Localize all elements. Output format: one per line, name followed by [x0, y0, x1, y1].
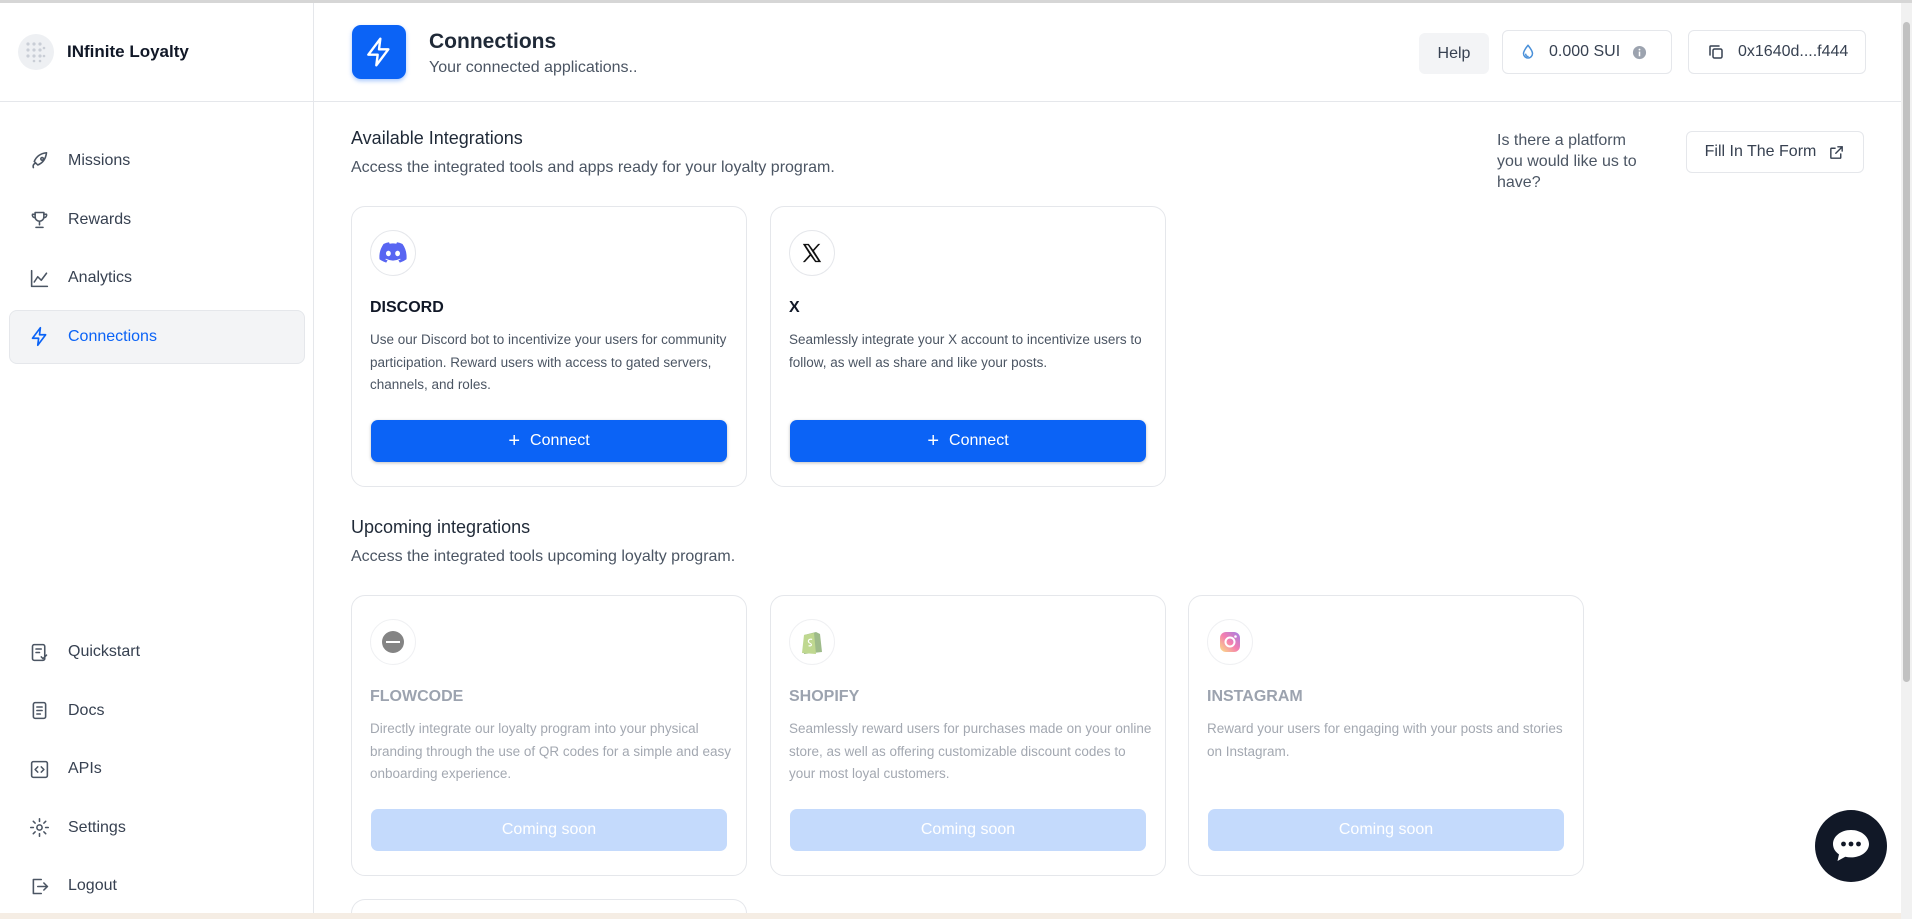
balance-button[interactable]: 0.000 SUI: [1502, 30, 1672, 74]
sidebar-item-logout[interactable]: Logout: [9, 859, 305, 913]
droplet-icon: [1519, 43, 1537, 61]
scrollbar-thumb[interactable]: [1903, 22, 1910, 682]
brand-logo-icon: [18, 34, 54, 70]
available-integrations-subtitle: Access the integrated tools and apps rea…: [351, 159, 835, 176]
card-title: FLOWCODE: [370, 688, 464, 705]
chat-bubble-icon: [1831, 828, 1871, 864]
sidebar-nav-top: Missions Rewards Analytics Connections: [9, 134, 305, 368]
coming-soon-button: Coming soon: [371, 809, 727, 851]
brand-name: INfinite Loyalty: [67, 42, 189, 61]
upcoming-integrations-title: Upcoming integrations: [351, 517, 531, 537]
code-icon: [28, 758, 50, 780]
sidebar-item-connections[interactable]: Connections: [9, 309, 305, 364]
instagram-icon: [1207, 619, 1253, 665]
copy-icon: [1707, 43, 1725, 61]
x-logo-icon: [789, 230, 835, 276]
sidebar-item-apis[interactable]: APIs: [9, 742, 305, 796]
integration-card-partial: [351, 899, 747, 913]
card-description: Seamlessly reward users for purchases ma…: [789, 721, 1152, 781]
coming-soon-button: Coming soon: [1208, 809, 1564, 851]
info-icon[interactable]: [1632, 45, 1647, 60]
card-title: INSTAGRAM: [1207, 688, 1303, 705]
coming-soon-button: Coming soon: [790, 809, 1146, 851]
lightning-icon: [28, 326, 50, 348]
card-description: Seamlessly integrate your X account to i…: [789, 332, 1142, 370]
button-label: Connect: [949, 432, 1009, 449]
rocket-icon: [28, 150, 50, 172]
sidebar-item-label: Quickstart: [68, 643, 141, 660]
upcoming-integrations-subtitle: Access the integrated tools upcoming loy…: [351, 548, 736, 565]
sidebar-nav-bottom: Quickstart Docs APIs Settings Logout: [9, 625, 305, 918]
gear-icon: [28, 817, 50, 839]
integration-card-flowcode: FLOWCODE Directly integrate our loyalty …: [351, 595, 747, 876]
sidebar-item-docs[interactable]: Docs: [9, 684, 305, 738]
connect-discord-button[interactable]: + Connect: [371, 420, 727, 462]
card-description: Directly integrate our loyalty program i…: [370, 721, 731, 781]
wallet-address-button[interactable]: 0x1640d....f444: [1688, 30, 1866, 74]
shopify-icon: [789, 619, 835, 665]
sidebar: INfinite Loyalty Missions Rewards Analyt…: [0, 3, 314, 919]
external-link-icon: [1828, 144, 1845, 161]
discord-icon: [370, 230, 416, 276]
trophy-icon: [28, 209, 50, 231]
fill-form-button[interactable]: Fill In The Form: [1686, 131, 1864, 173]
plus-icon: +: [508, 430, 521, 452]
page-header: Connections Your connected applications.…: [314, 3, 1912, 102]
integration-card-shopify: SHOPIFY Seamlessly reward users for purc…: [770, 595, 1166, 876]
available-integrations-title: Available Integrations: [351, 128, 523, 148]
sidebar-item-settings[interactable]: Settings: [9, 801, 305, 855]
page-title: Connections: [429, 30, 557, 53]
card-title: DISCORD: [370, 299, 444, 316]
document-icon: [28, 700, 50, 722]
sidebar-item-label: Logout: [68, 877, 117, 894]
card-description: Reward your users for engaging with your…: [1207, 721, 1563, 759]
fill-form-label: Fill In The Form: [1704, 143, 1817, 160]
page-subtitle: Your connected applications..: [429, 59, 638, 76]
sidebar-item-rewards[interactable]: Rewards: [9, 193, 305, 247]
flowcode-icon: [370, 619, 416, 665]
sidebar-item-label: Analytics: [68, 269, 133, 286]
sidebar-item-label: Connections: [68, 327, 157, 345]
lightning-icon: [352, 25, 406, 79]
integration-card-x: X Seamlessly integrate your X account to…: [770, 206, 1166, 487]
chat-widget-button[interactable]: [1815, 810, 1887, 882]
sidebar-item-label: APIs: [68, 760, 102, 777]
plus-icon: +: [927, 430, 940, 452]
brand[interactable]: INfinite Loyalty: [0, 3, 313, 102]
sidebar-item-label: Docs: [68, 701, 105, 719]
sidebar-item-analytics[interactable]: Analytics: [9, 251, 305, 305]
connect-x-button[interactable]: + Connect: [790, 420, 1146, 462]
button-label: Connect: [530, 432, 590, 449]
card-description: Use our Discord bot to incentivize your …: [370, 332, 727, 392]
help-button[interactable]: Help: [1419, 33, 1489, 74]
sidebar-item-label: Settings: [68, 818, 126, 836]
chart-line-icon: [28, 267, 50, 289]
card-title: X: [789, 299, 800, 316]
sidebar-item-label: Rewards: [68, 210, 132, 228]
sidebar-item-missions[interactable]: Missions: [9, 134, 305, 188]
platform-request-text: Is there a platform you would like us to…: [1497, 132, 1637, 191]
balance-value: 0.000 SUI: [1549, 43, 1621, 60]
logout-icon: [28, 875, 50, 897]
integration-card-instagram: INSTAGRAM Reward your users for engaging…: [1188, 595, 1584, 876]
checklist-icon: [28, 641, 50, 663]
card-title: SHOPIFY: [789, 688, 860, 705]
sidebar-item-quickstart[interactable]: Quickstart: [9, 625, 305, 679]
wallet-address: 0x1640d....f444: [1738, 43, 1849, 60]
sidebar-item-label: Missions: [68, 152, 131, 169]
integration-card-discord: DISCORD Use our Discord bot to incentivi…: [351, 206, 747, 487]
window-bottom-edge: [0, 913, 1901, 919]
